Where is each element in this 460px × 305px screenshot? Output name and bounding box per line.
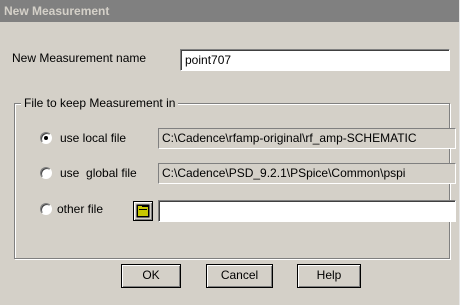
measurement-name-label: New Measurement name xyxy=(12,51,147,65)
global-file-label[interactable]: use global file xyxy=(60,165,137,181)
measurement-name-input[interactable]: point707 xyxy=(180,49,450,71)
dialog-title: New Measurement xyxy=(0,0,459,22)
global-file-path: C:\Cadence\PSD_9.2.1\PSpice\Common\pspi xyxy=(158,163,456,184)
other-file-radio[interactable] xyxy=(40,203,52,215)
new-measurement-dialog: New Measurement New Measurement name poi… xyxy=(0,0,460,305)
local-file-radio[interactable] xyxy=(40,132,52,144)
global-file-radio[interactable] xyxy=(40,167,52,179)
file-group-legend: File to keep Measurement in xyxy=(21,95,179,111)
cancel-button[interactable]: Cancel xyxy=(206,264,273,288)
folder-icon xyxy=(136,204,150,218)
local-file-label[interactable]: use local file xyxy=(60,130,126,146)
other-file-label[interactable]: other file xyxy=(57,201,103,217)
ok-button[interactable]: OK xyxy=(121,264,181,288)
browse-folder-button[interactable] xyxy=(133,201,153,221)
help-button[interactable]: Help xyxy=(297,264,361,288)
other-file-input[interactable] xyxy=(158,200,456,222)
local-file-path: C:\Cadence\rfamp-original\rf_amp-SCHEMAT… xyxy=(158,128,456,149)
